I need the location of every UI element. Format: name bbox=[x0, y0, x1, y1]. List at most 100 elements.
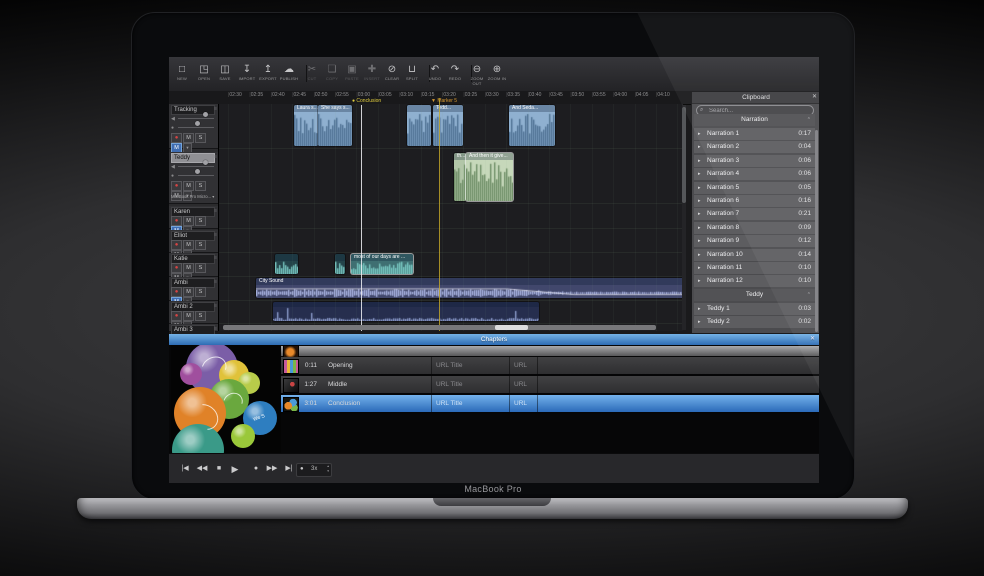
clipboard-item[interactable]: ▸Narration 10:17 bbox=[694, 128, 815, 140]
clipboard-item[interactable]: ▸Narration 70:21 bbox=[694, 208, 815, 220]
chapter-row-opening[interactable]: 0:11OpeningURL TitleURL bbox=[281, 357, 819, 376]
close-icon[interactable]: ✕ bbox=[810, 334, 815, 345]
audio-clip[interactable] bbox=[407, 105, 431, 146]
track-header-tracking[interactable]: Tracking≡◀●●MSM▼ bbox=[169, 104, 218, 149]
rewind-button[interactable]: ◀◀ bbox=[194, 461, 210, 477]
solo-button[interactable]: S bbox=[195, 216, 206, 226]
solo-button[interactable]: S bbox=[195, 311, 206, 321]
save-button[interactable]: ◫SAVE bbox=[214, 64, 236, 81]
open-button[interactable]: ◳OPEN bbox=[193, 64, 215, 81]
playhead-line[interactable] bbox=[361, 105, 362, 331]
clipboard-item[interactable]: ▸Teddy 20:02 bbox=[694, 316, 815, 328]
record-arm-button[interactable]: ● bbox=[171, 263, 182, 273]
timeline[interactable]: Laura s...She says s...Tedd...And Seda..… bbox=[219, 104, 683, 331]
audio-clip[interactable]: City Sound bbox=[256, 278, 683, 298]
track-header-elliot[interactable]: Elliot≡●MSM▼ bbox=[169, 230, 218, 253]
mute-button[interactable]: M bbox=[183, 311, 194, 321]
new-button[interactable]: □NEW bbox=[171, 64, 193, 81]
cut-button[interactable]: ✂CUT bbox=[301, 64, 323, 81]
solo-button[interactable]: S bbox=[195, 181, 206, 191]
solo-button[interactable]: S bbox=[195, 240, 206, 250]
solo-button[interactable]: S bbox=[195, 287, 206, 297]
undo-button[interactable]: ↶UNDO bbox=[424, 64, 446, 81]
clipboard-item[interactable]: ▸Narration 120:10 bbox=[694, 275, 815, 287]
mute-button[interactable]: M bbox=[183, 216, 194, 226]
clipboard-item[interactable]: ▸Narration 50:05 bbox=[694, 182, 815, 194]
collapse-chevron-icon[interactable]: ⌃ bbox=[807, 289, 811, 301]
input-device-selector[interactable]: MacBook Pro Micro... ▾ bbox=[171, 193, 216, 201]
record-arm-button[interactable]: ● bbox=[171, 181, 182, 191]
clipboard-item[interactable]: ▸Narration 100:14 bbox=[694, 249, 815, 261]
timeline-horizontal-scrollbar[interactable] bbox=[223, 325, 656, 330]
play-icon[interactable]: ▸ bbox=[698, 222, 701, 235]
play-icon[interactable]: ▸ bbox=[698, 195, 701, 208]
collapse-chevron-icon[interactable]: ⌃ bbox=[807, 114, 811, 126]
playback-speed-control[interactable]: ● 3x ▴▾ bbox=[296, 463, 332, 477]
clipboard-item[interactable]: ▸Narration 30:06 bbox=[694, 155, 815, 167]
mute-button[interactable]: M bbox=[183, 181, 194, 191]
publish-button[interactable]: ☁PUBLISH bbox=[278, 64, 300, 81]
record-arm-button[interactable]: ● bbox=[171, 287, 182, 297]
chapter-row-conclusion[interactable]: 3:01ConclusionURL TitleURL bbox=[281, 395, 819, 414]
video-preview[interactable]: We S bbox=[171, 345, 281, 453]
redo-button[interactable]: ↷REDO bbox=[444, 64, 466, 81]
chapters-header[interactable]: Chapters ✕ bbox=[169, 334, 819, 345]
skip-start-button[interactable]: |◀ bbox=[177, 461, 193, 477]
track-header-ambi-2[interactable]: Ambi 2≡●MSM▼ bbox=[169, 301, 218, 324]
copy-button[interactable]: ❏COPY bbox=[321, 64, 343, 81]
chapter-row-middle[interactable]: 1:27MiddleURL TitleURL bbox=[281, 376, 819, 395]
clipboard-item[interactable]: ▸Teddy 10:03 bbox=[694, 303, 815, 315]
stop-button[interactable]: ■ bbox=[211, 461, 227, 477]
clipboard-item[interactable]: ▸Narration 80:09 bbox=[694, 222, 815, 234]
clipboard-group-teddy[interactable]: Teddy⌃ bbox=[694, 289, 815, 301]
clear-button[interactable]: ⊘CLEAR bbox=[381, 64, 403, 81]
mute-button[interactable]: M bbox=[183, 287, 194, 297]
pan-slider[interactable]: ● bbox=[171, 171, 216, 180]
record-arm-button[interactable]: ● bbox=[171, 216, 182, 226]
track-header-karen[interactable]: Karen≡●MSM▼ bbox=[169, 206, 218, 229]
pan-knob[interactable] bbox=[195, 121, 200, 126]
play-icon[interactable]: ▸ bbox=[698, 275, 701, 288]
import-button[interactable]: ↧IMPORT bbox=[236, 64, 258, 81]
export-button[interactable]: ↥EXPORT bbox=[257, 64, 279, 81]
record-arm-button[interactable]: ● bbox=[171, 133, 182, 143]
pan-knob[interactable] bbox=[195, 169, 200, 174]
split-button[interactable]: ⊔SPLIT bbox=[401, 64, 423, 81]
record-arm-button[interactable]: ● bbox=[171, 240, 182, 250]
mute-button[interactable]: M bbox=[183, 263, 194, 273]
play-button[interactable]: ▶ bbox=[227, 461, 243, 477]
play-icon[interactable]: ▸ bbox=[698, 155, 701, 168]
fast-forward-button[interactable]: ▶▶ bbox=[264, 461, 280, 477]
solo-button[interactable]: S bbox=[195, 263, 206, 273]
volume-knob[interactable] bbox=[203, 112, 208, 117]
timeline-vertical-scrollbar[interactable] bbox=[682, 105, 686, 330]
close-icon[interactable]: ✕ bbox=[812, 92, 817, 103]
audio-clip[interactable] bbox=[275, 254, 298, 274]
clipboard-item[interactable]: ▸Narration 110:10 bbox=[694, 262, 815, 274]
chapter-header-row[interactable] bbox=[281, 346, 819, 356]
clipboard-item[interactable]: ▸Narration 40:06 bbox=[694, 168, 815, 180]
play-icon[interactable]: ▸ bbox=[698, 249, 701, 262]
pan-slider[interactable]: ● bbox=[171, 123, 216, 132]
speed-stepper[interactable]: ▴▾ bbox=[327, 464, 329, 474]
track-header-ambi[interactable]: Ambi≡●MSM▼ bbox=[169, 277, 218, 301]
clipboard-group-narration[interactable]: Narration⌃ bbox=[694, 114, 815, 126]
play-icon[interactable]: ▸ bbox=[698, 182, 701, 195]
play-icon[interactable]: ▸ bbox=[698, 208, 701, 221]
insert-button[interactable]: ✚INSERT bbox=[361, 64, 383, 81]
play-icon[interactable]: ▸ bbox=[698, 316, 701, 329]
audio-clip[interactable]: Tedd... bbox=[433, 105, 463, 146]
track-header-teddy[interactable]: Teddy≡◀●●MSM▼MacBook Pro Micro... ▾ bbox=[169, 152, 218, 204]
clipboard-scrollbar[interactable] bbox=[815, 130, 818, 332]
mute-button[interactable]: M bbox=[183, 133, 194, 143]
play-icon[interactable]: ▸ bbox=[698, 235, 701, 248]
play-icon[interactable]: ▸ bbox=[698, 141, 701, 154]
record-arm-button[interactable]: ● bbox=[171, 311, 182, 321]
skip-end-button[interactable]: ▶| bbox=[281, 461, 297, 477]
track-header-ambi-3[interactable]: Ambi 3≡ bbox=[169, 324, 218, 332]
volume-slider[interactable]: ◀ bbox=[171, 162, 216, 171]
clipboard-item[interactable]: ▸Narration 20:04 bbox=[694, 141, 815, 153]
clipboard-item[interactable]: ▸Narration 60:16 bbox=[694, 195, 815, 207]
solo-button[interactable]: S bbox=[195, 133, 206, 143]
zoom-in-button[interactable]: ⊕ZOOM IN bbox=[486, 64, 508, 81]
